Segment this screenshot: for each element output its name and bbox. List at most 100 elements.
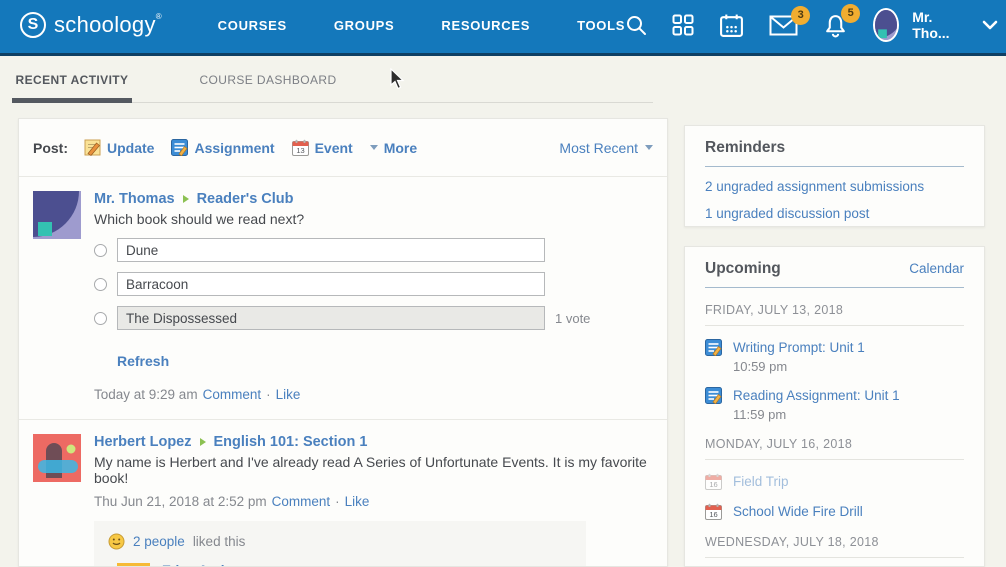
sort-caret-icon bbox=[645, 145, 653, 150]
poll-radio-barracoon[interactable] bbox=[94, 278, 107, 291]
notifications-bell-icon[interactable]: 5 bbox=[823, 13, 848, 38]
comment-edna: Edna Anderson I've read it too, I LOVE I… bbox=[117, 563, 572, 567]
feed-tabs: RECENT ACTIVITY COURSE DASHBOARD bbox=[12, 60, 653, 103]
activity-feed: Post: Update Assignment 13 Event More Mo… bbox=[18, 118, 668, 567]
herbert-lopez-avatar[interactable] bbox=[33, 434, 81, 482]
user-name[interactable]: Mr. Tho... bbox=[912, 9, 957, 41]
poll-radio-dispossessed[interactable] bbox=[94, 312, 107, 325]
assignment-icon bbox=[705, 387, 722, 404]
menu-resources[interactable]: RESOURCES bbox=[441, 18, 530, 33]
svg-text:13: 13 bbox=[296, 146, 304, 155]
poll-option-barracoon[interactable] bbox=[117, 272, 545, 296]
search-icon[interactable] bbox=[625, 14, 647, 36]
tab-course-dashboard[interactable]: COURSE DASHBOARD bbox=[188, 73, 348, 103]
upcoming-event-time: 10:59 pm bbox=[733, 359, 964, 374]
apps-grid-icon[interactable] bbox=[672, 14, 694, 36]
post-course-link[interactable]: Reader's Club bbox=[197, 191, 294, 207]
like-link[interactable]: Like bbox=[276, 387, 301, 402]
post-author-link[interactable]: Herbert Lopez bbox=[94, 434, 192, 450]
registered-mark: ® bbox=[156, 12, 162, 21]
upcoming-event-time: 11:59 pm bbox=[733, 407, 964, 422]
poll-question: Which book should we read next? bbox=[94, 211, 653, 227]
breadcrumb-chevron-icon bbox=[183, 195, 189, 203]
upcoming-date-header: WEDNESDAY, JULY 18, 2018 bbox=[705, 535, 964, 549]
smiley-icon bbox=[108, 533, 125, 550]
mr-thomas-avatar[interactable] bbox=[33, 191, 81, 239]
liked-by-link[interactable]: 2 people bbox=[133, 534, 185, 549]
upcoming-date-header: FRIDAY, JULY 13, 2018 bbox=[705, 303, 964, 317]
messages-badge: 3 bbox=[791, 6, 810, 25]
poll-option-row bbox=[94, 272, 653, 296]
poll-option-dispossessed[interactable] bbox=[117, 306, 545, 330]
messages-icon[interactable]: 3 bbox=[769, 15, 798, 36]
event-calendar-icon: 13 bbox=[292, 139, 309, 156]
card-title-divider bbox=[705, 287, 964, 288]
upcoming-card: Upcoming Calendar FRIDAY, JULY 13, 2018 … bbox=[684, 246, 985, 567]
assignment-icon bbox=[705, 339, 722, 356]
post-timestamp: Today at 9:29 am bbox=[94, 387, 198, 402]
more-caret-icon bbox=[370, 145, 378, 150]
date-divider bbox=[705, 459, 964, 460]
edna-anderson-avatar[interactable] bbox=[117, 563, 150, 567]
card-title-divider bbox=[705, 166, 964, 167]
post-author-link[interactable]: Mr. Thomas bbox=[94, 191, 175, 207]
date-divider bbox=[705, 325, 964, 326]
upcoming-event-link[interactable]: School Wide Fire Drill bbox=[733, 504, 863, 519]
date-divider bbox=[705, 557, 964, 558]
event-calendar-icon: 16 bbox=[705, 503, 722, 520]
poll-option-dune[interactable] bbox=[117, 238, 545, 262]
post-assignment-button[interactable]: Assignment bbox=[171, 139, 274, 156]
liked-suffix: liked this bbox=[193, 534, 246, 549]
reminder-ungraded-assignments-link[interactable]: 2 ungraded assignment submissions bbox=[705, 179, 964, 194]
calendar-link[interactable]: Calendar bbox=[909, 261, 964, 276]
upcoming-event-link[interactable]: Field Trip bbox=[733, 474, 789, 489]
post-update-button[interactable]: Update bbox=[84, 139, 154, 156]
upcoming-date-header: MONDAY, JULY 16, 2018 bbox=[705, 437, 964, 451]
schoology-logo[interactable]: S schoology® bbox=[20, 12, 162, 38]
poll-option-row: 1 vote bbox=[94, 306, 653, 330]
post-mr-thomas: Mr. Thomas Reader's Club Which book shou… bbox=[19, 177, 667, 419]
post-toolbar: Post: Update Assignment 13 Event More Mo… bbox=[19, 119, 667, 177]
poll-refresh-link[interactable]: Refresh bbox=[117, 353, 169, 369]
comments-panel: 2 people liked this Edna Anderson I've r… bbox=[94, 521, 586, 567]
tab-recent-activity[interactable]: RECENT ACTIVITY bbox=[12, 73, 132, 103]
meta-separator: · bbox=[335, 494, 340, 509]
notifications-badge: 5 bbox=[841, 4, 860, 23]
sort-most-recent-dropdown[interactable]: Most Recent bbox=[559, 140, 653, 156]
svg-text:16: 16 bbox=[709, 480, 717, 489]
main-menu: COURSES GROUPS RESOURCES TOOLS bbox=[218, 18, 625, 33]
upcoming-event-link[interactable]: Reading Assignment: Unit 1 bbox=[733, 388, 900, 403]
poll-vote-count: 1 vote bbox=[555, 311, 590, 326]
schoology-s-icon: S bbox=[20, 12, 46, 38]
upcoming-event-link[interactable]: Writing Prompt: Unit 1 bbox=[733, 340, 865, 355]
post-course-link[interactable]: English 101: Section 1 bbox=[214, 434, 368, 450]
breadcrumb-chevron-icon bbox=[200, 438, 206, 446]
post-label: Post: bbox=[33, 140, 68, 156]
meta-separator: · bbox=[266, 387, 271, 402]
poll-radio-dune[interactable] bbox=[94, 244, 107, 257]
like-link[interactable]: Like bbox=[345, 494, 370, 509]
menu-groups[interactable]: GROUPS bbox=[334, 18, 395, 33]
svg-text:16: 16 bbox=[709, 510, 717, 519]
menu-tools[interactable]: TOOLS bbox=[577, 18, 625, 33]
reminder-ungraded-discussion-link[interactable]: 1 ungraded discussion post bbox=[705, 206, 964, 221]
chevron-down-icon[interactable] bbox=[982, 20, 998, 30]
reminders-title: Reminders bbox=[705, 139, 964, 157]
post-more-button[interactable]: More bbox=[370, 140, 417, 156]
comment-link[interactable]: Comment bbox=[272, 494, 331, 509]
post-timestamp: Thu Jun 21, 2018 at 2:52 pm bbox=[94, 494, 267, 509]
event-calendar-icon: 16 bbox=[705, 473, 722, 490]
menu-courses[interactable]: COURSES bbox=[218, 18, 287, 33]
comment-link[interactable]: Comment bbox=[203, 387, 262, 402]
post-message: My name is Herbert and I've already read… bbox=[94, 454, 653, 486]
top-navbar: S schoology® COURSES GROUPS RESOURCES TO… bbox=[0, 0, 1006, 56]
user-avatar[interactable] bbox=[873, 8, 899, 42]
update-note-icon bbox=[84, 139, 101, 156]
upcoming-title: Upcoming bbox=[705, 260, 781, 278]
poll-options: 1 vote bbox=[94, 238, 653, 330]
brand-name: schoology bbox=[54, 12, 156, 37]
post-event-button[interactable]: 13 Event bbox=[292, 139, 353, 156]
post-herbert-lopez: Herbert Lopez English 101: Section 1 My … bbox=[19, 420, 667, 567]
calendar-icon[interactable] bbox=[719, 13, 744, 38]
comment-author-link[interactable]: Edna Anderson bbox=[162, 563, 362, 567]
